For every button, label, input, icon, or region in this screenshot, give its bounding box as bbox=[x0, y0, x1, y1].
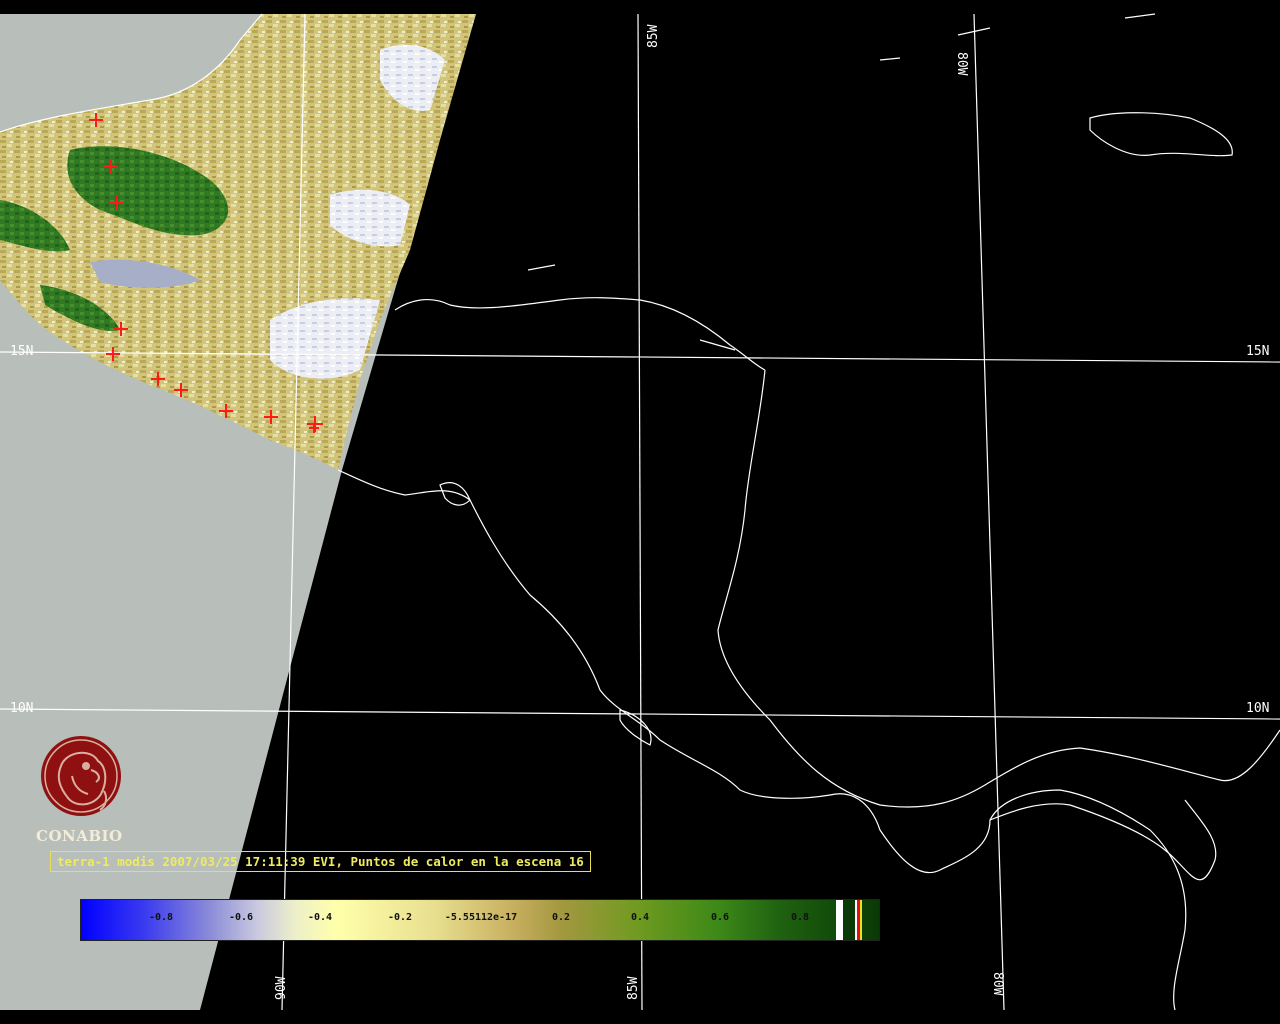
coast-caymans bbox=[879, 13, 1156, 61]
map-stage: 15N 15N 10N 10N 85W 80W 90W 85W 80W CONA… bbox=[0, 0, 1280, 1024]
lon-label-85w-bottom: 85W bbox=[626, 976, 641, 1000]
lat-label-15n-left: 15N bbox=[10, 344, 33, 359]
lat-label-10n-right: 10N bbox=[1246, 701, 1269, 716]
coast-jamaica bbox=[1089, 112, 1233, 157]
colorbar-yellow-band bbox=[860, 900, 862, 940]
coast-panama-south bbox=[989, 799, 1217, 881]
coast-honduras-north bbox=[394, 297, 766, 371]
lat-label-10n-left: 10N bbox=[10, 701, 33, 716]
lon-label-85w-top: 85W bbox=[646, 24, 661, 48]
coast-bay-islands bbox=[527, 264, 736, 351]
colorbar-tick: -5.55112e-17 bbox=[444, 912, 518, 923]
coast-gulf-fonseca bbox=[439, 482, 471, 506]
lon-label-90w-bottom: 90W bbox=[274, 976, 289, 1000]
colorbar-tick: 0.8 bbox=[790, 912, 810, 923]
colorbar-tick: 0.6 bbox=[710, 912, 730, 923]
colorbar-tick: 0.4 bbox=[630, 912, 650, 923]
conabio-logo: CONABIO bbox=[36, 736, 128, 845]
colorbar-tick: -0.4 bbox=[307, 912, 333, 923]
lon-label-80w-top: 80W bbox=[954, 52, 969, 76]
colorbar-white-band bbox=[836, 900, 843, 940]
colorbar-tick: -0.8 bbox=[148, 912, 174, 923]
lon-label-80w-bottom: 80W bbox=[990, 972, 1005, 996]
colorbar-dark-band bbox=[843, 900, 855, 940]
colorbar-tick: -0.2 bbox=[387, 912, 413, 923]
colorbar-tick: 0.2 bbox=[551, 912, 571, 923]
coast-caribbean bbox=[717, 369, 1280, 808]
lat-label-15n-right: 15N bbox=[1246, 344, 1269, 359]
evi-colorbar: -0.8 -0.6 -0.4 -0.2 -5.55112e-17 0.2 0.4… bbox=[80, 899, 880, 941]
colorbar-tick: -0.6 bbox=[228, 912, 254, 923]
scene-caption: terra-1 modis 2007/03/25 17:11:39 EVI, P… bbox=[50, 851, 591, 872]
conabio-wordmark: CONABIO bbox=[36, 827, 123, 845]
macaw-emblem-icon bbox=[41, 736, 121, 816]
